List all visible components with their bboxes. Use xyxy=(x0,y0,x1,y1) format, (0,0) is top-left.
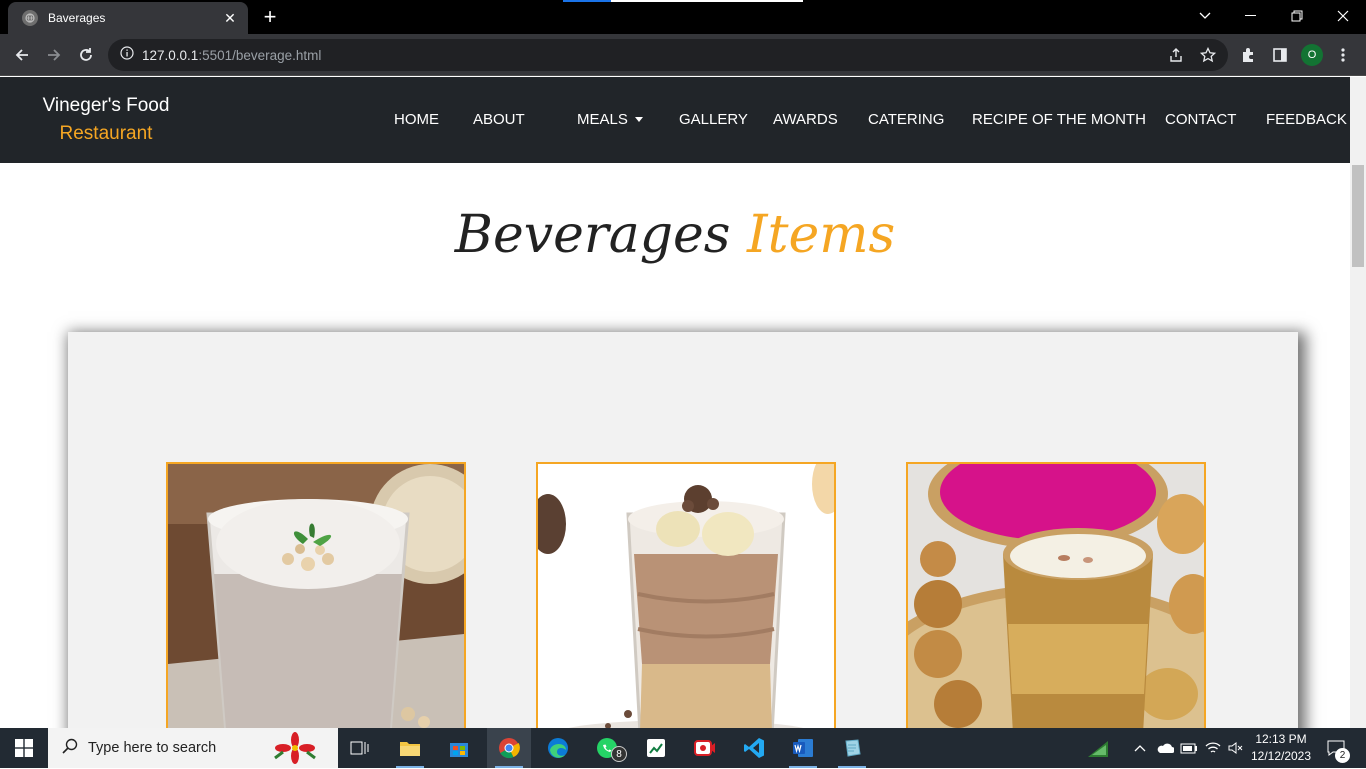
screen-recorder-icon[interactable] xyxy=(683,728,727,768)
clock-date: 12/12/2023 xyxy=(1250,749,1312,763)
wifi-icon[interactable] xyxy=(1202,728,1224,768)
nav-catering[interactable]: CATERING xyxy=(868,111,944,128)
vscode-icon[interactable] xyxy=(732,728,776,768)
web-page: Vineger's Food Restaurant HOME ABOUT MEA… xyxy=(0,77,1350,728)
nav-home[interactable]: HOME xyxy=(394,111,439,128)
reload-icon[interactable] xyxy=(73,42,99,68)
caret-down-icon xyxy=(634,117,643,122)
volume-muted-icon[interactable] xyxy=(1226,728,1246,768)
side-panel-icon[interactable] xyxy=(1267,42,1293,68)
search-placeholder: Type here to search xyxy=(88,740,217,756)
windows-start-icon[interactable] xyxy=(0,728,48,768)
notepad-icon[interactable] xyxy=(830,728,874,768)
close-window-icon[interactable] xyxy=(1320,0,1366,32)
file-explorer-icon[interactable] xyxy=(388,728,432,768)
oat-drink-image xyxy=(168,464,464,728)
beverage-card-chocolate-banana[interactable] xyxy=(536,462,836,728)
browser-tab-strip: Baverages ✕ + xyxy=(0,0,1366,34)
tab-search-icon[interactable] xyxy=(1182,0,1228,32)
minimize-icon[interactable] xyxy=(1228,0,1274,32)
title-main: Beverages xyxy=(454,205,731,265)
avatar: O xyxy=(1301,44,1323,66)
chevron-up-icon[interactable] xyxy=(1130,728,1150,768)
profile-button[interactable]: O xyxy=(1299,42,1325,68)
page-title: Beverages Items xyxy=(0,205,1350,265)
top-progress-strip xyxy=(563,0,803,2)
notification-count: 2 xyxy=(1335,748,1350,763)
info-icon[interactable] xyxy=(120,45,134,65)
windows-taskbar: Type here to search 8 12:13 PM 12/12/202… xyxy=(0,728,1366,768)
url-text: 127.0.0.1:5501/beverage.html xyxy=(142,47,322,63)
new-tab-icon[interactable]: + xyxy=(260,6,280,28)
nav-recipe-of-the-month[interactable]: RECIPE OF THE MONTH xyxy=(972,111,1146,128)
whatsapp-badge: 8 xyxy=(611,746,627,762)
nav-contact[interactable]: CONTACT xyxy=(1165,111,1236,128)
main-menu: HOME ABOUT MEALS GALLERY AWARDS CATERING… xyxy=(0,111,1350,131)
edge-icon[interactable] xyxy=(536,728,580,768)
nav-feedback[interactable]: FEEDBACK xyxy=(1266,111,1347,128)
chocolate-banana-shake-image xyxy=(538,464,834,728)
title-accent: Items xyxy=(747,205,896,265)
battery-icon[interactable] xyxy=(1178,728,1200,768)
globe-icon xyxy=(22,10,38,26)
address-bar[interactable]: 127.0.0.1:5501/beverage.html xyxy=(108,39,1228,71)
notification-center-icon[interactable]: 2 xyxy=(1320,728,1352,768)
bookmark-star-icon[interactable] xyxy=(1194,39,1222,71)
restore-icon[interactable] xyxy=(1274,0,1320,32)
browser-toolbar: 127.0.0.1:5501/beverage.html O xyxy=(0,34,1366,76)
clock-time: 12:13 PM xyxy=(1255,732,1307,746)
back-icon[interactable] xyxy=(9,42,35,68)
microsoft-store-icon[interactable] xyxy=(437,728,481,768)
onedrive-icon[interactable] xyxy=(1154,728,1176,768)
thandai-image xyxy=(908,464,1204,728)
chrome-icon[interactable] xyxy=(487,728,531,768)
stock-app-icon[interactable] xyxy=(634,728,678,768)
whatsapp-icon[interactable]: 8 xyxy=(585,728,629,768)
poinsettia-icon xyxy=(270,732,320,769)
taskbar-search[interactable]: Type here to search xyxy=(48,728,338,768)
beverages-panel xyxy=(68,332,1298,728)
extensions-icon[interactable] xyxy=(1235,42,1261,68)
system-clock[interactable]: 12:13 PM 12/12/2023 xyxy=(1244,731,1318,765)
page-scrollbar[interactable] xyxy=(1350,77,1366,728)
close-tab-icon[interactable]: ✕ xyxy=(222,10,238,26)
browser-tab[interactable]: Baverages ✕ xyxy=(8,2,248,34)
more-menu-icon[interactable] xyxy=(1330,42,1356,68)
nav-meals[interactable]: MEALS xyxy=(577,111,643,128)
search-icon xyxy=(62,738,78,759)
nav-gallery[interactable]: GALLERY xyxy=(679,111,748,128)
scrollbar-thumb[interactable] xyxy=(1352,165,1364,267)
share-icon[interactable] xyxy=(1162,39,1190,71)
beverage-card-oat[interactable] xyxy=(166,462,466,728)
task-view-icon[interactable] xyxy=(338,728,382,768)
gpu-monitor-icon[interactable] xyxy=(1082,728,1114,768)
forward-icon[interactable] xyxy=(41,42,67,68)
site-navbar: Vineger's Food Restaurant HOME ABOUT MEA… xyxy=(0,77,1350,163)
nav-awards[interactable]: AWARDS xyxy=(773,111,838,128)
nav-about[interactable]: ABOUT xyxy=(473,111,525,128)
word-icon[interactable] xyxy=(781,728,825,768)
beverage-card-thandai[interactable] xyxy=(906,462,1206,728)
tab-title: Baverages xyxy=(48,11,106,25)
